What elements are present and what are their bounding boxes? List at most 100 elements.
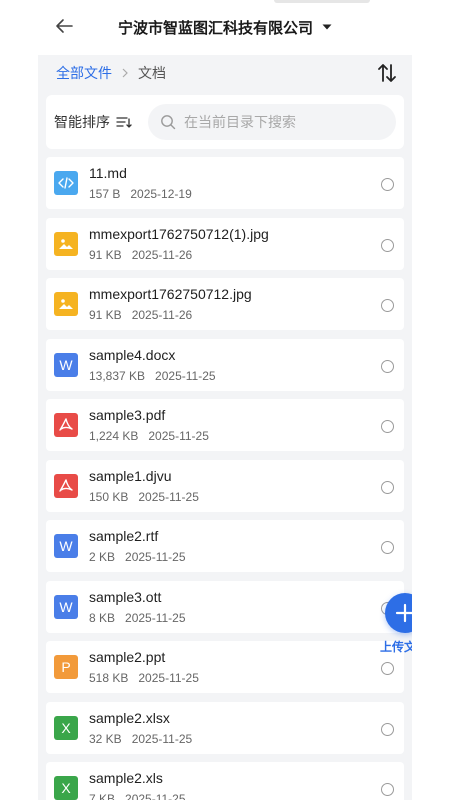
select-radio[interactable] bbox=[381, 722, 394, 736]
file-meta: 91 KB 2025-11-26 bbox=[89, 248, 192, 262]
file-size: 32 KB bbox=[89, 731, 122, 746]
file-meta: 1,224 KB 2025-11-25 bbox=[89, 429, 209, 443]
caret-down-icon bbox=[322, 24, 332, 30]
file-name: sample2.rtf bbox=[89, 528, 159, 544]
file-name: sample3.ott bbox=[89, 588, 162, 605]
file-meta: 518 KB 2025-11-25 bbox=[89, 671, 199, 685]
file-date: 2025-11-25 bbox=[148, 429, 209, 443]
breadcrumb-root[interactable]: 全部文件 bbox=[56, 63, 112, 83]
file-date: 2025-11-25 bbox=[131, 731, 193, 746]
file-row[interactable]: Psample2.ppt 518 KB 2025-11-25 bbox=[46, 641, 404, 693]
image-file-icon bbox=[54, 231, 78, 256]
file-meta: 7 KB 2025-11-25 bbox=[89, 792, 186, 800]
file-type-glyph: X bbox=[61, 719, 71, 736]
file-row[interactable]: Wsample3.ott 8 KB 2025-11-25 bbox=[46, 580, 404, 633]
upload-label[interactable]: 上传文件 bbox=[380, 638, 412, 655]
word-file-icon: W bbox=[54, 534, 78, 558]
file-meta: 2 KB 2025-11-25 bbox=[89, 550, 186, 564]
select-radio[interactable] bbox=[381, 238, 394, 252]
file-size: 1,224 KB bbox=[89, 429, 139, 443]
breadcrumb-current: 文档 bbox=[138, 65, 166, 81]
search-icon bbox=[161, 115, 176, 130]
chevron-right-icon bbox=[122, 68, 128, 78]
status-notch bbox=[274, 0, 370, 3]
select-radio[interactable] bbox=[381, 420, 394, 433]
file-date: 2025-11-26 bbox=[131, 308, 193, 322]
file-meta: 150 KB 2025-11-25 bbox=[89, 490, 199, 504]
select-radio[interactable] bbox=[381, 541, 394, 554]
file-name: sample3.pdf bbox=[89, 407, 166, 423]
file-type-glyph: W bbox=[59, 538, 73, 554]
sort-order-button[interactable] bbox=[376, 62, 398, 84]
sort-arrows-icon bbox=[378, 64, 396, 82]
smart-sort-label: 智能排序 bbox=[54, 114, 110, 130]
file-date: 2025-11-25 bbox=[125, 610, 186, 625]
filter-bar: 智能排序 bbox=[46, 95, 404, 149]
file-row[interactable]: mmexport1762750712(1).jpg 91 KB 2025-11-26 bbox=[46, 217, 404, 270]
file-name: sample2.xlsx bbox=[89, 709, 170, 726]
file-name: sample1.djvu bbox=[89, 467, 172, 484]
page-title: 宁波市智蓝图汇科技有限公司 bbox=[118, 19, 314, 37]
breadcrumb: 全部文件 文档 bbox=[38, 55, 412, 91]
file-row[interactable]: Xsample2.xlsx 32 KB 2025-11-25 bbox=[46, 701, 404, 754]
sort-lines-icon bbox=[116, 117, 132, 128]
file-row[interactable]: sample1.djvu 150 KB 2025-11-25 bbox=[46, 459, 404, 512]
word-file-icon: W bbox=[54, 352, 78, 377]
select-radio[interactable] bbox=[381, 299, 394, 312]
file-meta: 32 KB 2025-11-25 bbox=[89, 732, 192, 746]
file-size: 2 KB bbox=[89, 550, 116, 564]
file-date: 2025-12-19 bbox=[130, 187, 192, 201]
file-size: 518 KB bbox=[89, 671, 129, 685]
file-row[interactable]: sample3.pdf 1,224 KB 2025-11-25 bbox=[46, 399, 404, 451]
file-type-glyph: W bbox=[59, 598, 73, 615]
select-radio[interactable] bbox=[381, 662, 394, 675]
back-button[interactable] bbox=[52, 14, 76, 38]
workspace-switcher[interactable]: 宁波市智蓝图汇科技有限公司 bbox=[118, 16, 333, 38]
file-date: 2025-11-25 bbox=[138, 489, 199, 504]
file-name: 11.md bbox=[89, 165, 127, 181]
select-radio[interactable] bbox=[381, 480, 394, 494]
file-date: 2025-11-25 bbox=[125, 792, 186, 800]
file-size: 13,837 KB bbox=[89, 368, 146, 383]
image-file-icon bbox=[54, 292, 78, 316]
file-name: sample4.docx bbox=[89, 346, 176, 363]
select-radio[interactable] bbox=[381, 178, 394, 191]
ppt-file-icon: P bbox=[54, 655, 78, 679]
file-date: 2025-11-26 bbox=[131, 247, 193, 262]
select-radio[interactable] bbox=[381, 359, 394, 373]
pdf-file-icon bbox=[54, 473, 78, 498]
file-row[interactable]: 11.md 157 B 2025-12-19 bbox=[46, 157, 404, 209]
file-type-glyph: W bbox=[59, 356, 73, 373]
file-name: sample2.ppt bbox=[89, 649, 166, 665]
pdf-file-icon bbox=[54, 413, 78, 437]
file-name: mmexport1762750712(1).jpg bbox=[89, 225, 269, 242]
file-name: mmexport1762750712.jpg bbox=[89, 286, 252, 302]
file-size: 8 KB bbox=[89, 610, 116, 625]
file-meta: 13,837 KB 2025-11-25 bbox=[89, 369, 216, 383]
file-name: sample2.xls bbox=[89, 770, 163, 786]
app-screen: 宁波市智蓝图汇科技有限公司 全部文件 文档 智能排序 在当前目录下搜索 11.m… bbox=[38, 0, 412, 800]
file-row[interactable]: Wsample2.rtf 2 KB 2025-11-25 bbox=[46, 520, 404, 572]
file-meta: 8 KB 2025-11-25 bbox=[89, 611, 186, 625]
file-size: 91 KB bbox=[89, 247, 122, 262]
file-row[interactable]: mmexport1762750712.jpg 91 KB 2025-11-26 bbox=[46, 278, 404, 330]
file-date: 2025-11-25 bbox=[125, 550, 186, 564]
excel-file-icon: X bbox=[54, 776, 78, 800]
code-file-icon bbox=[54, 171, 78, 195]
file-row[interactable]: Xsample2.xls 7 KB 2025-11-25 bbox=[46, 762, 404, 800]
arrow-left-icon bbox=[56, 19, 73, 33]
search-box[interactable] bbox=[148, 104, 396, 140]
file-size: 150 KB bbox=[89, 489, 129, 504]
excel-file-icon: X bbox=[54, 715, 78, 740]
plus-icon bbox=[395, 603, 412, 623]
select-radio[interactable] bbox=[381, 783, 394, 796]
file-meta: 91 KB 2025-11-26 bbox=[89, 308, 192, 322]
word-file-icon: W bbox=[54, 594, 78, 619]
search-input[interactable] bbox=[184, 114, 384, 130]
file-size: 91 KB bbox=[89, 308, 122, 322]
file-type-glyph: X bbox=[61, 780, 71, 796]
smart-sort-button[interactable]: 智能排序 bbox=[54, 111, 132, 133]
file-date: 2025-11-25 bbox=[155, 368, 216, 383]
file-row[interactable]: Wsample4.docx 13,837 KB 2025-11-25 bbox=[46, 338, 404, 391]
top-bar: 宁波市智蓝图汇科技有限公司 bbox=[38, 0, 412, 55]
